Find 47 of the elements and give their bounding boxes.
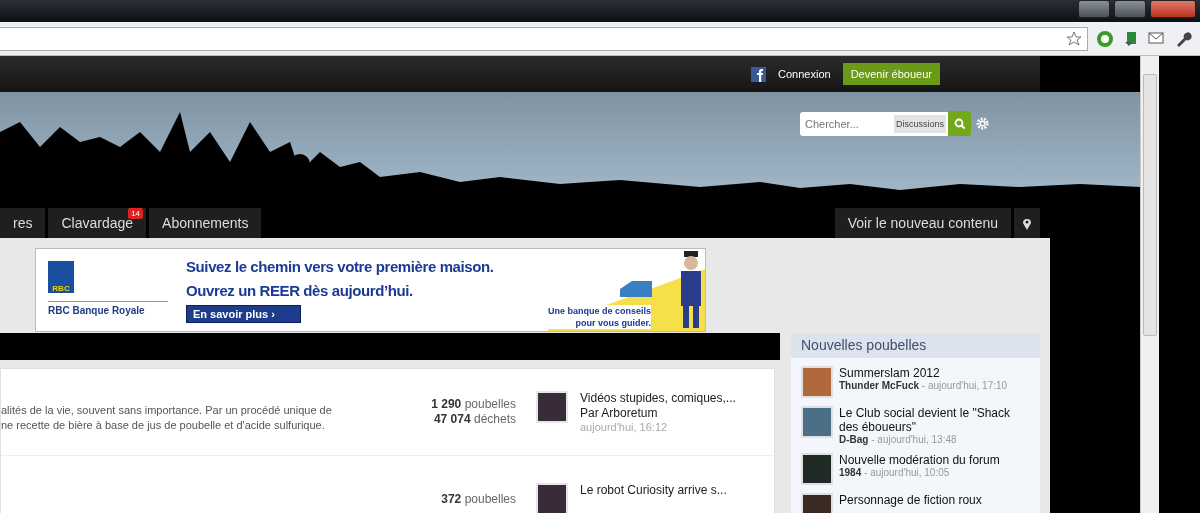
last-post-title[interactable]: Vidéos stupides, comiques,...	[580, 391, 736, 406]
thread-meta: 1984 - aujourd'hui, 10:05	[839, 467, 951, 478]
thread-link[interactable]: Personnage de fiction roux	[839, 493, 982, 507]
scrollbar[interactable]	[1140, 56, 1159, 513]
thread-link[interactable]: Summerslam 2012	[839, 366, 1008, 380]
avatar-thumbnail	[801, 453, 833, 485]
ad-headline: Suivez le chemin vers votre première maison.	[186, 257, 495, 276]
last-post-time: aujourd'hui, 16:12	[580, 421, 669, 433]
new-content-tab[interactable]: Voir le nouveau contenu	[834, 208, 1011, 238]
rbc-logo: RBC	[48, 261, 74, 293]
ad-brand: RBC Banque Royale	[48, 301, 168, 316]
avatar-thumbnail	[801, 406, 833, 438]
location-pin-button[interactable]	[1014, 208, 1040, 238]
search-field[interactable]: Chercher... Discussions	[800, 111, 948, 136]
thread-thumbnail	[536, 391, 568, 423]
location-pin-icon	[1022, 216, 1032, 230]
settings-icon[interactable]	[976, 117, 989, 130]
minimize-button[interactable]	[1114, 0, 1146, 18]
topic-count: 372 poubelles	[440, 491, 516, 507]
post-count: 47 074 déchets	[432, 412, 516, 427]
forum-description: ne recette de bière à base de jus de poubelle et d'acide sulfurique.	[1, 418, 326, 433]
login-link[interactable]: Connexion	[778, 68, 831, 80]
thread-link[interactable]: Le Club social devient le "Shack des éboueurs"	[839, 406, 1030, 434]
star-icon[interactable]	[1065, 29, 1083, 48]
thread-meta: Thunder McFuck - aujourd'hui, 17:10	[839, 380, 1008, 391]
ad-headline: Ouvrez un REER dès aujourd’hui.	[186, 281, 414, 300]
forum-description: alités de la vie, souvent sans importance. Par un procédé unique de	[1, 403, 333, 418]
topic-count: 1 290 poubelles	[430, 397, 516, 412]
close-button[interactable]	[1150, 0, 1196, 18]
window-tab-button[interactable]	[1078, 0, 1110, 18]
learn-more-button[interactable]: En savoir plus ›	[186, 305, 301, 323]
ad-slogan: Une banque de conseils	[548, 305, 652, 317]
notification-badge: 14	[128, 208, 144, 219]
ad-slogan: pour vous guider.	[574, 317, 652, 329]
sidebar-title: Nouvelles poubelles	[791, 333, 1040, 358]
search-button[interactable]	[948, 111, 971, 136]
last-post-title[interactable]: Le robot Curiosity arrive s...	[580, 483, 727, 498]
ad-banner[interactable]: RBC RBC Banque Royale Suivez le chemin vers votre première maison. Ouvrez un REER dès aujourd’hui. En savoir plus › Une banque de conseils pour vous guider.	[35, 248, 706, 332]
thread-meta: D-Bag - aujourd'hui, 13:48	[839, 434, 958, 445]
avatar-thumbnail	[801, 366, 833, 398]
extension-icon[interactable]	[1096, 29, 1114, 48]
thread-link[interactable]: Nouvelle modération du forum	[839, 453, 1000, 467]
search-icon	[953, 117, 966, 130]
nav-tab[interactable]: Abonnements	[149, 208, 262, 238]
last-post-author: Par Arboretum	[580, 406, 659, 421]
nav-tab[interactable]: res	[0, 208, 46, 238]
search-scope[interactable]: Discussions	[894, 114, 946, 133]
